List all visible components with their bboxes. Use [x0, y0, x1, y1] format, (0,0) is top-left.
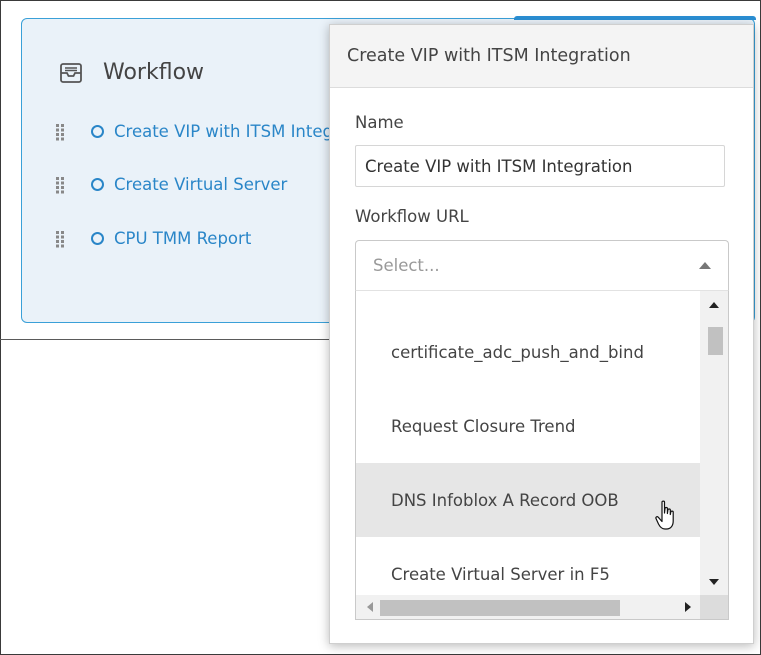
drag-handle-icon[interactable]: [55, 230, 65, 248]
vertical-scrollbar[interactable]: [700, 291, 728, 595]
select-placeholder: Select...: [373, 256, 440, 275]
workflow-list-area: Workflow Create VIP with ITSM Integratio…: [0, 0, 329, 340]
workflow-url-label: Workflow URL: [355, 207, 469, 226]
popover-title: Create VIP with ITSM Integration: [347, 46, 631, 66]
workflow-item[interactable]: Create VIP with ITSM Integration: [55, 122, 329, 141]
drag-handle-icon[interactable]: [55, 123, 65, 141]
option-label: DNS Infoblox A Record OOB: [391, 490, 619, 510]
card-accent-bar: [514, 16, 756, 20]
workflow-url-options[interactable]: certificate_adc_push_and_bind Request Cl…: [355, 291, 729, 620]
hand-pointer-cursor: [655, 500, 674, 530]
scroll-left-arrow-icon[interactable]: [367, 602, 373, 612]
circle-icon: [91, 232, 104, 245]
name-label: Name: [355, 113, 404, 132]
circle-icon: [91, 178, 104, 191]
dropdown-option-hovered[interactable]: DNS Infoblox A Record OOB: [356, 463, 700, 537]
horizontal-scrollbar[interactable]: [356, 595, 702, 619]
dropdown-option[interactable]: certificate_adc_push_and_bind: [356, 315, 700, 389]
drag-handle-icon[interactable]: [55, 176, 65, 194]
circle-icon: [91, 125, 104, 138]
name-input[interactable]: Create VIP with ITSM Integration: [355, 145, 725, 187]
workflow-edit-popover: Create VIP with ITSM Integration Name Cr…: [329, 24, 754, 644]
workflow-item-label[interactable]: Create VIP with ITSM Integration: [114, 122, 329, 141]
option-label: Create Virtual Server in F5: [391, 564, 610, 584]
workflow-item[interactable]: Create Virtual Server: [55, 175, 287, 194]
scroll-down-arrow-icon[interactable]: [709, 579, 719, 585]
caret-up-icon[interactable]: [699, 262, 711, 269]
scroll-up-arrow-icon[interactable]: [709, 302, 719, 308]
workflow-item[interactable]: CPU TMM Report: [55, 229, 251, 248]
option-label: Request Closure Trend: [391, 416, 576, 436]
workflow-item-label[interactable]: Create Virtual Server: [114, 175, 287, 194]
option-label: certificate_adc_push_and_bind: [391, 342, 644, 362]
workflow-url-select[interactable]: Select...: [355, 240, 729, 291]
name-input-value: Create VIP with ITSM Integration: [365, 156, 633, 176]
scrollbar-corner: [700, 595, 728, 619]
workflow-heading: Workflow: [59, 60, 204, 85]
workflow-item-label[interactable]: CPU TMM Report: [114, 229, 251, 248]
horizontal-scroll-thumb[interactable]: [380, 600, 620, 616]
dropdown-option[interactable]: Request Closure Trend: [356, 389, 700, 463]
workflow-title: Workflow: [103, 60, 205, 85]
vertical-scroll-thumb[interactable]: [708, 327, 723, 355]
popover-header: Create VIP with ITSM Integration: [330, 25, 753, 88]
inbox-icon: [60, 62, 82, 83]
scroll-right-arrow-icon[interactable]: [685, 602, 691, 612]
